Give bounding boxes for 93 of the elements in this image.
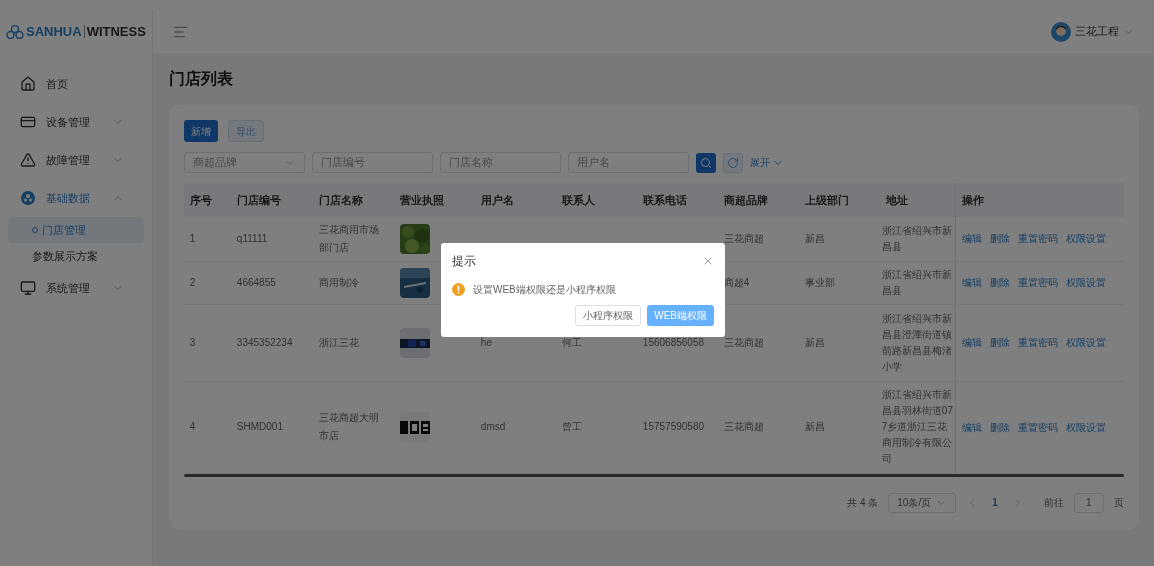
search-icon xyxy=(699,156,712,169)
sidebar-item[interactable]: 故障管理 xyxy=(0,141,152,179)
table-cell-text: 三花商超 xyxy=(723,335,765,350)
action-link[interactable]: 删除 xyxy=(990,231,1011,247)
column-header: 商超品牌 xyxy=(717,183,799,217)
action-link[interactable]: 重置密码 xyxy=(1018,419,1059,435)
column-header: 门店名称 xyxy=(312,183,394,217)
table-cell-text: 2 xyxy=(189,275,197,290)
table-cell-text: 1 xyxy=(189,231,197,246)
column-header: 上级部门 xyxy=(798,183,880,217)
sidebar-item[interactable]: 系统管理 xyxy=(0,269,152,307)
action-link[interactable]: 删除 xyxy=(990,275,1011,290)
warning-icon xyxy=(20,152,36,168)
table-cell-text: 15606856058 xyxy=(642,335,706,350)
card-icon xyxy=(20,114,36,130)
close-icon[interactable] xyxy=(702,255,714,267)
page-number[interactable]: 1 xyxy=(988,495,1002,510)
table-cell-text: 3345352234 xyxy=(236,335,294,350)
column-header: 地址 xyxy=(879,183,956,217)
total-count: 共 4 条 xyxy=(847,496,879,510)
toolbar-button[interactable]: 导出 xyxy=(227,120,264,142)
action-link[interactable]: 重置密码 xyxy=(1018,275,1059,290)
sidebar-item[interactable]: 基础数据 xyxy=(0,179,152,217)
page-title: 门店列表 xyxy=(168,69,234,89)
action-link[interactable]: 权限设置 xyxy=(1066,275,1107,290)
page-size-select[interactable]: 10条/页 xyxy=(888,492,957,513)
table-cell-text: dmsd xyxy=(480,420,507,434)
sidebar-subitem[interactable]: 参数展示方案 xyxy=(8,243,144,269)
action-link[interactable]: 编辑 xyxy=(962,419,983,435)
table-cell-text: 三花商超大明市店 xyxy=(318,411,380,443)
refresh-icon xyxy=(726,156,739,169)
table-cell-text: 商超4 xyxy=(723,275,751,290)
column-header: 联系人 xyxy=(555,183,637,217)
table-cell-text: 新昌 xyxy=(804,335,826,350)
page-input[interactable]: 1 xyxy=(1073,492,1104,513)
action-link[interactable]: 权限设置 xyxy=(1066,419,1107,435)
table-cell-text: 3 xyxy=(189,335,197,350)
table-cell-text: 新昌 xyxy=(804,420,826,434)
avatar-icon xyxy=(1050,21,1071,42)
table-cell-text: 15757590580 xyxy=(642,420,706,434)
column-header: 联系电话 xyxy=(636,183,718,217)
sidebar-item[interactable]: 设备管理 xyxy=(0,103,152,141)
table-cell-text: 三花商用市场部门店 xyxy=(318,222,380,255)
column-header: 门店编号 xyxy=(230,183,313,217)
table-cell-text: 浙江省绍兴市新昌县羽林街道077乡道浙江三花商用制冷有限公司 xyxy=(881,388,954,466)
logo-icon xyxy=(6,24,24,39)
monitor-icon xyxy=(20,280,36,296)
table-cell-text: 曾工 xyxy=(561,420,583,434)
table-cell-text: 浙江三花 xyxy=(318,335,360,350)
table-cell-text: 浙江省绍兴市新昌县澄潭街道镇前路新昌县梅渚小学 xyxy=(881,311,953,374)
table-cell-text: he xyxy=(480,335,493,350)
goto-label: 前往 xyxy=(1043,496,1064,510)
dialog-button[interactable]: 小程序权限 xyxy=(575,305,642,326)
table-cell-text: 事业部 xyxy=(804,275,836,290)
table-cell-text: 浙江省绍兴市新昌县 xyxy=(881,267,953,298)
table-cell-text: 浙江省绍兴市新昌县 xyxy=(881,223,953,254)
expand-link[interactable]: 展开 xyxy=(749,155,784,170)
dialog-message: 设置WEB端权限还是小程序权限 xyxy=(473,283,616,297)
table-cell-text: 4 xyxy=(189,420,197,434)
column-header: 序号 xyxy=(183,183,231,217)
sidebar-subitem[interactable]: 门店管理 xyxy=(8,217,144,243)
warning-icon xyxy=(452,283,465,296)
toolbar-button[interactable]: 新增 xyxy=(183,120,218,142)
column-header: 操作 xyxy=(955,183,1124,217)
logo-product: WITNESS xyxy=(86,25,146,38)
column-header: 用户名 xyxy=(474,183,556,217)
dialog-button[interactable]: WEB端权限 xyxy=(647,305,714,326)
action-link[interactable]: 重置密码 xyxy=(1018,231,1059,247)
dialog-title: 提示 xyxy=(452,253,476,270)
table-cell-text: 新昌 xyxy=(804,231,826,246)
goto-suffix: 页 xyxy=(1113,496,1124,510)
sidebar-item[interactable]: 首页 xyxy=(0,65,152,103)
action-link[interactable]: 权限设置 xyxy=(1066,335,1107,350)
action-link[interactable]: 重置密码 xyxy=(1018,335,1059,350)
table-cell-text: SHMD001 xyxy=(236,420,284,434)
table-cell-text: 商用制冷 xyxy=(318,275,360,290)
column-header: 营业执照 xyxy=(393,183,475,217)
reset-button[interactable] xyxy=(722,152,743,173)
table-cell-text: 何工 xyxy=(561,335,583,350)
table-cell-text: 4664855 xyxy=(236,275,277,290)
table-cell-text: 三花商超 xyxy=(723,420,765,434)
action-link[interactable]: 编辑 xyxy=(962,231,983,247)
table-cell-text: q11111 xyxy=(236,231,269,246)
database-icon xyxy=(20,190,36,206)
home-icon xyxy=(20,76,36,92)
action-link[interactable]: 删除 xyxy=(990,419,1011,435)
action-link[interactable]: 删除 xyxy=(990,335,1011,350)
action-link[interactable]: 编辑 xyxy=(962,275,983,290)
logo-brand: SANHUA xyxy=(26,25,85,38)
table-cell-text: 三花商超 xyxy=(723,231,765,246)
action-link[interactable]: 编辑 xyxy=(962,335,983,350)
action-link[interactable]: 权限设置 xyxy=(1066,231,1107,247)
search-button[interactable] xyxy=(695,152,716,173)
